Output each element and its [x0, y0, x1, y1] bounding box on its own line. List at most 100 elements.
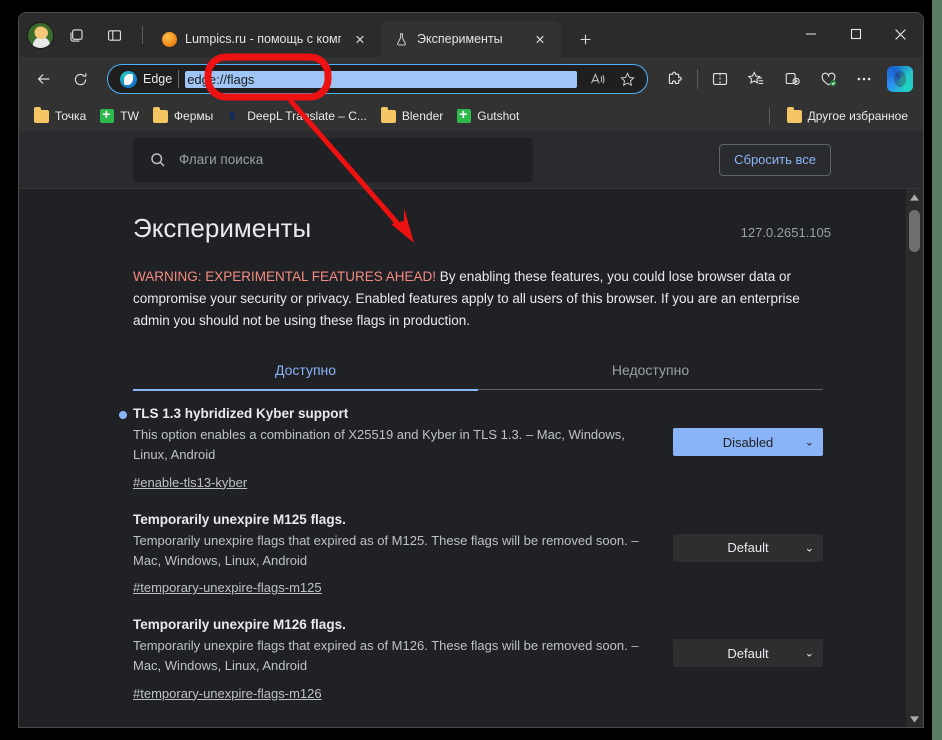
- green-plus-icon: [457, 106, 472, 123]
- scrollbar-track[interactable]: [906, 206, 923, 711]
- search-input[interactable]: Флаги поиска: [133, 137, 533, 182]
- flag-row: TLS 1.3 hybridized Kyber support This op…: [119, 390, 823, 496]
- flag-title-text: Temporarily unexpire M125 flags.: [133, 511, 346, 527]
- reset-all-button[interactable]: Сбросить все: [719, 143, 831, 176]
- desktop: Lumpics.ru - помощь с компьют ✕ Эксперим…: [0, 0, 942, 740]
- folder-icon: [786, 106, 802, 123]
- flag-title-partial: Override software rendering list: [133, 707, 823, 719]
- flag-id-link[interactable]: #enable-tls13-kyber: [133, 475, 247, 490]
- vertical-scrollbar[interactable]: [906, 189, 923, 727]
- maximize-button[interactable]: [833, 13, 878, 55]
- minimize-button[interactable]: [788, 13, 833, 55]
- extensions-icon[interactable]: [658, 62, 692, 96]
- search-icon: [149, 151, 167, 169]
- tab-strip: Lumpics.ru - помощь с компьют ✕ Эксперим…: [149, 13, 601, 57]
- avatar[interactable]: [27, 21, 54, 49]
- flag-description: Temporarily unexpire flags that expired …: [133, 532, 639, 568]
- bookmark-label: Другое избранное: [807, 109, 908, 123]
- flag-select[interactable]: Default ⌄: [673, 533, 823, 562]
- flag-select-value: Default: [727, 645, 769, 661]
- tab-title: Эксперименты: [417, 32, 503, 46]
- bookmark-label: Фермы: [173, 109, 214, 123]
- flag-select-value: Disabled: [722, 434, 774, 450]
- flag-select[interactable]: Default ⌄: [673, 639, 823, 668]
- flag-info: Temporarily unexpire M125 flags. Tempora…: [133, 512, 673, 598]
- url-input[interactable]: edge://flags: [185, 70, 577, 88]
- scroll-down-icon[interactable]: [906, 711, 923, 727]
- chevron-down-icon: ⌄: [804, 647, 814, 660]
- orange-circle-favicon: [161, 31, 177, 47]
- folder-icon: [34, 106, 49, 123]
- warning-text: WARNING: EXPERIMENTAL FEATURES AHEAD! By…: [133, 266, 823, 332]
- copilot-icon[interactable]: [887, 66, 913, 92]
- bookmark-item-fermy[interactable]: Фермы: [146, 106, 220, 126]
- bookmark-item-blender[interactable]: Blender: [374, 106, 450, 126]
- title-bar-divider: [142, 26, 143, 44]
- flag-control: Disabled ⌄: [673, 406, 823, 457]
- search-engine-label: Edge: [143, 72, 173, 86]
- bookmark-item-tochka[interactable]: Точка: [27, 106, 93, 126]
- flag-id-link[interactable]: #temporary-unexpire-flags-m125: [133, 580, 322, 595]
- title-bar: Lumpics.ru - помощь с компьют ✕ Эксперим…: [19, 13, 923, 57]
- tab-unavailable[interactable]: Недоступно: [478, 362, 823, 390]
- bookmark-item-deepl[interactable]: DeepL Translate – C...: [220, 106, 374, 126]
- bookmark-label: Точка: [55, 109, 87, 123]
- flag-title: TLS 1.3 hybridized Kyber support: [119, 406, 651, 422]
- close-icon[interactable]: ✕: [349, 28, 371, 50]
- search-engine-badge: Edge: [118, 70, 173, 88]
- edge-logo-icon: [120, 70, 137, 88]
- close-icon[interactable]: ✕: [529, 28, 551, 50]
- flags-page: Флаги поиска Сбросить все Эксперименты 1…: [19, 131, 923, 727]
- settings-and-more-icon[interactable]: [847, 62, 881, 96]
- flags-title-row: Эксперименты 127.0.2651.105: [133, 213, 831, 244]
- close-button[interactable]: [878, 13, 923, 55]
- flag-select[interactable]: Disabled ⌄: [673, 428, 823, 457]
- scrollbar-thumb[interactable]: [909, 210, 920, 252]
- folder-icon: [152, 106, 168, 123]
- bookmark-item-tw[interactable]: TW: [93, 106, 146, 126]
- favorites-icon[interactable]: [739, 62, 773, 96]
- scroll-up-icon[interactable]: [906, 189, 923, 206]
- search-placeholder: Флаги поиска: [179, 152, 264, 167]
- window-controls: [788, 13, 923, 55]
- bookmarks-bar: Точка TW Фермы DeepL Translate – C... Bl…: [19, 101, 923, 131]
- browser-tab-experiments[interactable]: Эксперименты ✕: [381, 21, 561, 57]
- split-screen-icon[interactable]: [703, 62, 737, 96]
- browser-essentials-icon[interactable]: [811, 62, 845, 96]
- chevron-down-icon: ⌄: [804, 542, 814, 555]
- back-button[interactable]: [27, 62, 61, 96]
- flags-tabs: Доступно Недоступно: [133, 362, 823, 391]
- title-bar-left-controls: [19, 13, 149, 57]
- flags-scroll-area: Эксперименты 127.0.2651.105 WARNING: EXP…: [19, 189, 923, 727]
- flag-select-value: Default: [727, 540, 769, 556]
- address-bar[interactable]: Edge edge://flags: [107, 64, 648, 94]
- read-aloud-icon[interactable]: [583, 66, 611, 92]
- page-title: Эксперименты: [133, 213, 312, 243]
- flags-search-header: Флаги поиска Сбросить все: [19, 131, 923, 189]
- flag-info: TLS 1.3 hybridized Kyber support This op…: [119, 406, 673, 492]
- tab-available[interactable]: Доступно: [133, 362, 478, 391]
- flask-icon: [393, 31, 409, 47]
- warning-strong: WARNING: EXPERIMENTAL FEATURES AHEAD!: [133, 269, 437, 284]
- flag-row: Temporarily unexpire M125 flags. Tempora…: [133, 496, 823, 602]
- flag-control: Default ⌄: [673, 512, 823, 562]
- flags-content: Эксперименты 127.0.2651.105 WARNING: EXP…: [19, 189, 923, 719]
- bookmarks-bar-right: Другое избранное: [768, 106, 915, 126]
- flag-title: Temporarily unexpire M126 flags.: [133, 617, 651, 632]
- browser-toolbar: Edge edge://flags: [19, 57, 923, 101]
- collections-icon[interactable]: [775, 62, 809, 96]
- star-icon[interactable]: [613, 66, 641, 92]
- flag-title: Temporarily unexpire M125 flags.: [133, 512, 651, 527]
- bookmark-item-other-favorites[interactable]: Другое избранное: [780, 106, 915, 126]
- bookmark-item-gutshot[interactable]: Gutshot: [450, 106, 526, 126]
- flag-id-link[interactable]: #temporary-unexpire-flags-m126: [133, 686, 322, 701]
- tab-search-icon[interactable]: [60, 20, 92, 50]
- folder-icon: [380, 106, 396, 123]
- browser-tab-lumpics[interactable]: Lumpics.ru - помощь с компьют ✕: [149, 21, 381, 57]
- version-label: 127.0.2651.105: [740, 225, 831, 240]
- split-screen-icon[interactable]: [98, 20, 130, 50]
- refresh-button[interactable]: [63, 62, 97, 96]
- new-tab-button[interactable]: [569, 23, 601, 55]
- desktop-background-edge: [932, 0, 942, 740]
- flag-title-text: TLS 1.3 hybridized Kyber support: [133, 406, 349, 422]
